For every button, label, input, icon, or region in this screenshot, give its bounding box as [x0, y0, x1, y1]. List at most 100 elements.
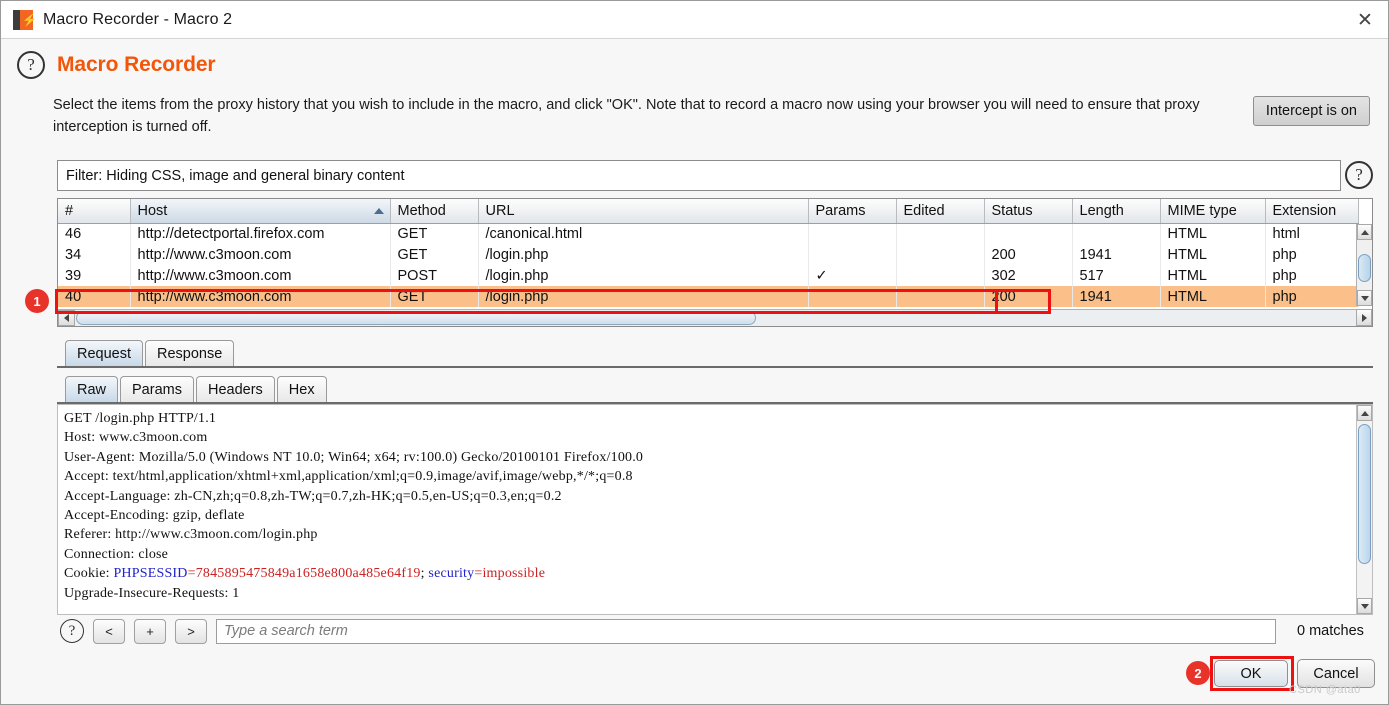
cell-edited — [896, 265, 985, 286]
col-header-length[interactable]: Length — [1072, 199, 1161, 224]
tab-params[interactable]: Params — [120, 376, 194, 402]
proxy-history-table: # Host Method URL Params Edited Status L… — [57, 198, 1373, 327]
col-header-method[interactable]: Method — [390, 199, 479, 224]
scroll-up-icon[interactable] — [1357, 405, 1372, 421]
cell-extension: php — [1265, 265, 1359, 286]
cell-method: GET — [390, 223, 479, 244]
cell-mime: HTML — [1160, 244, 1266, 265]
cell-mime: HTML — [1160, 286, 1266, 307]
request-line: Connection: close — [64, 546, 169, 562]
scroll-down-icon[interactable] — [1357, 290, 1372, 306]
cell-params — [808, 223, 897, 244]
tab-hex[interactable]: Hex — [276, 376, 327, 402]
scroll-right-icon[interactable] — [1356, 309, 1372, 326]
page-title: Macro Recorder — [57, 53, 216, 76]
table-body: 46 http://detectportal.firefox.com GET/can… — [58, 223, 1359, 307]
cell-length: 1941 — [1072, 286, 1161, 307]
search-bar: ? < + > Type a search term 0 matches — [57, 615, 1373, 647]
table-hscroll-thumb[interactable] — [76, 311, 756, 325]
scroll-down-icon[interactable] — [1357, 598, 1372, 614]
cell-num: 34 — [58, 244, 131, 265]
col-header-num[interactable]: # — [58, 199, 131, 224]
filter-label: Filter: Hiding CSS, image and general bi… — [66, 167, 405, 184]
col-header-params[interactable]: Params — [808, 199, 897, 224]
cell-num: 39 — [58, 265, 131, 286]
request-line: Accept-Encoding: gzip, deflate — [64, 508, 245, 524]
window-titlebar: ⚡ Macro Recorder - Macro 2 ✕ — [1, 1, 1388, 39]
col-header-edited[interactable]: Edited — [896, 199, 985, 224]
message-secondary-tabs: Raw Params Headers Hex — [65, 376, 327, 402]
cell-method: GET — [390, 286, 479, 307]
table-header-row: # Host Method URL Params Edited Status L… — [58, 199, 1359, 224]
request-vscroll-thumb[interactable] — [1358, 424, 1371, 564]
request-line: Accept: text/html,application/xhtml+xml,… — [64, 469, 633, 485]
request-raw-text: GET /login.php HTTP/1.1 Host: www.c3moon.… — [58, 405, 1372, 607]
search-next-button[interactable]: > — [175, 618, 207, 644]
message-primary-tabs: Request Response — [65, 340, 235, 366]
table-row[interactable]: 39 http://www.c3moon.com POST/login.php ✓ 30… — [58, 265, 1359, 286]
help-icon[interactable]: ? — [17, 51, 45, 79]
intercept-toggle-button[interactable]: Intercept is on — [1252, 96, 1370, 126]
filter-help-icon[interactable]: ? — [1345, 161, 1373, 189]
request-cookie-line: Cookie: PHPSESSID=7845895475849a1658e800… — [64, 564, 1366, 583]
cell-length: 517 — [1072, 265, 1161, 286]
table-row[interactable]: 46 http://detectportal.firefox.com GET/can… — [58, 223, 1359, 244]
filter-bar[interactable]: Filter: Hiding CSS, image and general bi… — [57, 160, 1341, 191]
cell-edited — [896, 286, 985, 307]
cell-status: 302 — [984, 265, 1073, 286]
search-match-count: 0 matches — [1297, 623, 1364, 639]
cell-length: 1941 — [1072, 244, 1161, 265]
burp-suite-icon: ⚡ — [13, 9, 37, 30]
table-row[interactable]: 40 http://www.c3moon.com GET/login.php 200 1… — [58, 286, 1359, 307]
sort-ascending-icon — [373, 208, 384, 214]
request-line: Host: www.c3moon.com — [64, 430, 208, 446]
cell-host: http://www.c3moon.com — [130, 244, 391, 265]
annotation-badge-1: 1 — [25, 289, 49, 313]
cell-num: 40 — [58, 286, 131, 307]
table-vscroll-thumb[interactable] — [1358, 254, 1371, 282]
search-help-icon[interactable]: ? — [60, 619, 84, 643]
cell-params — [808, 244, 897, 265]
search-input[interactable]: Type a search term — [216, 618, 1276, 644]
tab-raw[interactable]: Raw — [65, 376, 119, 402]
col-header-extension[interactable]: Extension — [1265, 199, 1359, 224]
cell-url: /canonical.html — [478, 223, 809, 244]
table-row[interactable]: 34 http://www.c3moon.com GET/login.php 200 1… — [58, 244, 1359, 265]
cell-params — [808, 286, 897, 307]
cell-num: 46 — [58, 223, 131, 244]
request-line: Referer: http://www.c3moon.com/login.php — [64, 527, 318, 543]
col-header-status[interactable]: Status — [984, 199, 1073, 224]
request-line: Accept-Language: zh-CN,zh;q=0.8,zh-TW;q=… — [64, 488, 562, 504]
col-header-url[interactable]: URL — [478, 199, 809, 224]
scroll-left-icon[interactable] — [58, 310, 75, 326]
search-prev-button[interactable]: < — [93, 618, 125, 644]
search-add-button[interactable]: + — [134, 618, 166, 644]
scroll-up-icon[interactable] — [1357, 224, 1372, 240]
cookie-label: Cookie: — [64, 566, 114, 582]
annotation-badge-2: 2 — [1186, 661, 1210, 685]
cookie-value-phpsessid: =7845895475849a1658e800a485e64f19 — [187, 566, 421, 582]
watermark: CSDN @ata0 — [1289, 684, 1361, 696]
cell-status — [984, 223, 1073, 244]
ok-button[interactable]: OK — [1214, 660, 1288, 687]
close-icon[interactable]: ✕ — [1342, 1, 1388, 38]
cookie-key-phpsessid: PHPSESSID — [113, 566, 188, 582]
tab-request[interactable]: Request — [65, 340, 144, 366]
tab-headers[interactable]: Headers — [195, 376, 275, 402]
col-header-host[interactable]: Host — [130, 199, 391, 224]
col-header-mime[interactable]: MIME type — [1160, 199, 1266, 224]
table-horizontal-scrollbar[interactable] — [58, 309, 1357, 326]
macro-recorder-dialog: ⚡ Macro Recorder - Macro 2 ✕ ? Macro Rec… — [0, 0, 1389, 705]
cell-url: /login.php — [478, 244, 809, 265]
tabs-underline-primary — [57, 366, 1373, 368]
cell-host: http://detectportal.firefox.com — [130, 223, 391, 244]
cookie-value-security: =impossible — [474, 566, 546, 582]
table-vertical-scrollbar[interactable] — [1356, 224, 1372, 306]
tab-response[interactable]: Response — [145, 340, 235, 366]
request-vertical-scrollbar[interactable] — [1356, 405, 1372, 614]
cell-host: http://www.c3moon.com — [130, 286, 391, 307]
cell-url: /login.php — [478, 286, 809, 307]
request-viewer[interactable]: GET /login.php HTTP/1.1 Host: www.c3moon.… — [57, 404, 1373, 615]
cell-method: GET — [390, 244, 479, 265]
request-line: Upgrade-Insecure-Requests: 1 — [64, 585, 240, 601]
